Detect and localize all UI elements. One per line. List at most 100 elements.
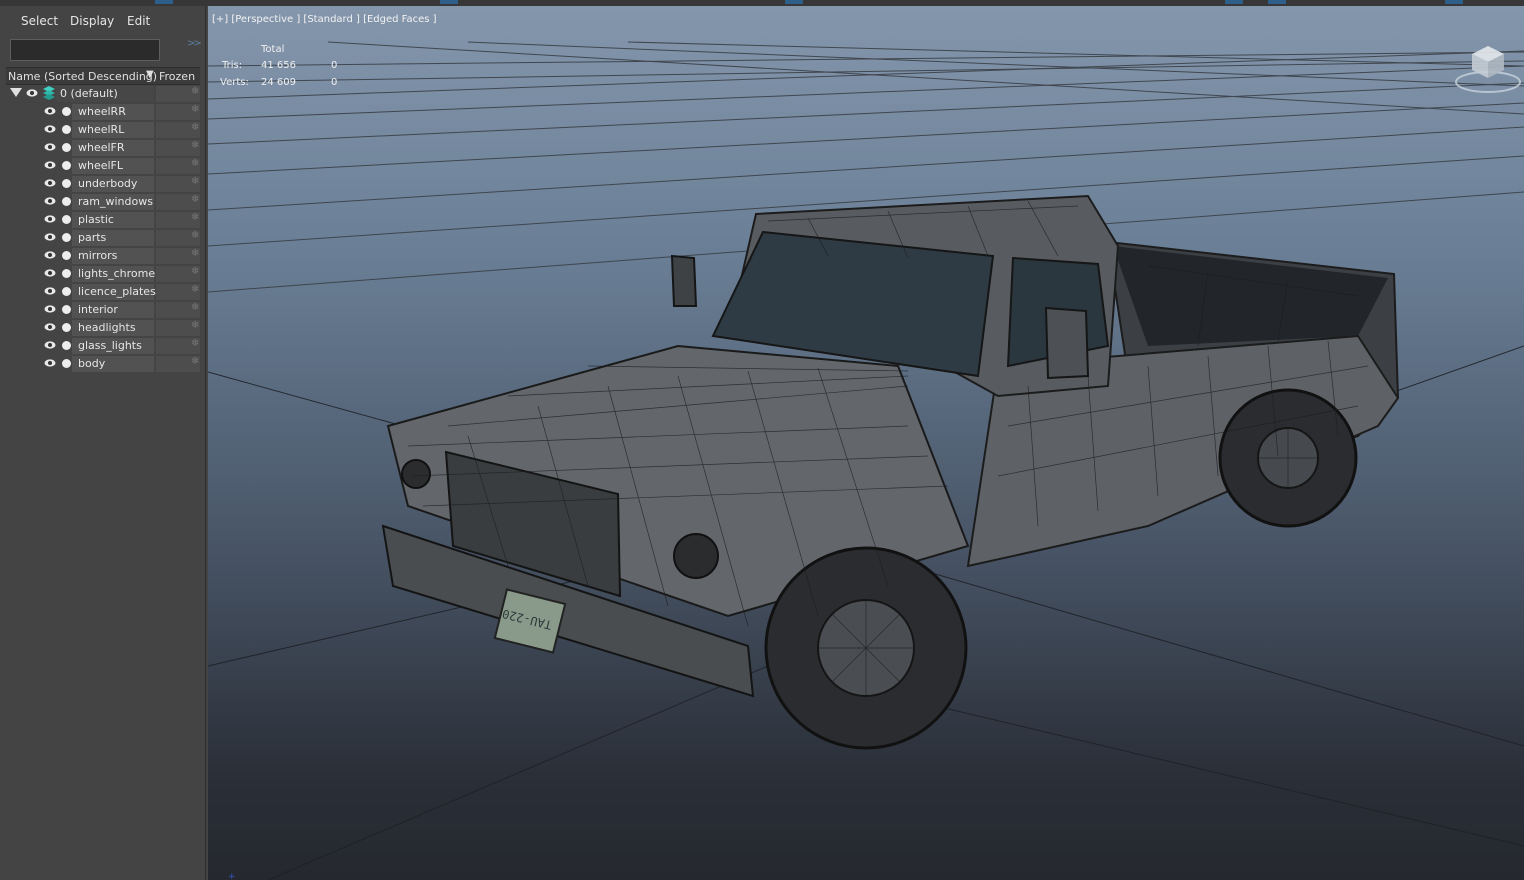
explorer-menubar: Select Display Edit <box>0 14 206 32</box>
render-toggle-icon[interactable] <box>62 341 71 350</box>
render-toggle-icon[interactable] <box>62 215 71 224</box>
stats-verts-label: Verts: <box>220 77 249 88</box>
render-toggle-icon[interactable] <box>62 179 71 188</box>
snowflake-icon[interactable]: ❄ <box>191 194 199 205</box>
layer-label: plastic <box>78 213 114 226</box>
layer-row[interactable]: lights_chrome ❄ <box>6 265 200 283</box>
snowflake-icon[interactable]: ❄ <box>191 302 199 313</box>
layer-label: wheelFL <box>78 159 124 172</box>
expand-triangle-icon[interactable] <box>10 88 22 97</box>
render-toggle-icon[interactable] <box>62 161 71 170</box>
layer-label: glass_lights <box>78 339 142 352</box>
layer-label: wheelRR <box>78 105 126 118</box>
render-toggle-icon[interactable] <box>62 269 71 278</box>
snowflake-icon[interactable]: ❄ <box>191 338 199 349</box>
snowflake-icon[interactable]: ❄ <box>191 230 199 241</box>
snowflake-icon[interactable]: ❄ <box>191 356 199 367</box>
eye-icon[interactable] <box>44 195 56 207</box>
viewcube-icon[interactable] <box>1452 42 1524 98</box>
axis-indicator-icon: + <box>228 872 236 880</box>
layer-row[interactable]: headlights ❄ <box>6 319 200 337</box>
eye-icon[interactable] <box>26 87 38 99</box>
layer-label: lights_chrome <box>78 267 156 280</box>
eye-icon[interactable] <box>44 231 56 243</box>
layer-row[interactable]: parts ❄ <box>6 229 200 247</box>
sort-descending-icon[interactable]: ▼ <box>146 69 154 80</box>
render-toggle-icon[interactable] <box>62 233 71 242</box>
eye-icon[interactable] <box>44 159 56 171</box>
layer-row[interactable]: ram_windows ❄ <box>6 193 200 211</box>
search-input[interactable] <box>10 39 160 61</box>
render-toggle-icon[interactable] <box>62 197 71 206</box>
column-header-row: Name (Sorted Descending) ▼ Frozen <box>6 67 200 85</box>
scene-canvas[interactable]: TAU-220 <box>208 6 1524 880</box>
eye-icon[interactable] <box>44 177 56 189</box>
layer-row[interactable]: wheelFL ❄ <box>6 157 200 175</box>
eye-icon[interactable] <box>44 249 56 261</box>
snowflake-icon[interactable]: ❄ <box>191 122 199 133</box>
viewport-title[interactable]: [+] [Perspective ] [Standard ] [Edged Fa… <box>212 14 437 25</box>
eye-icon[interactable] <box>44 267 56 279</box>
eye-icon[interactable] <box>44 303 56 315</box>
layer-stack-icon <box>43 86 55 100</box>
layer-label: ram_windows <box>78 195 153 208</box>
toolbar-marker <box>155 0 173 4</box>
column-header-frozen[interactable]: Frozen <box>159 70 195 83</box>
layer-label: wheelRL <box>78 123 125 136</box>
stats-total-header: Total <box>261 44 285 55</box>
snowflake-icon[interactable]: ❄ <box>191 248 199 259</box>
eye-icon[interactable] <box>44 213 56 225</box>
stats-verts-total: 24 609 <box>261 77 296 88</box>
render-toggle-icon[interactable] <box>62 287 71 296</box>
layer-row[interactable]: wheelRL ❄ <box>6 121 200 139</box>
snowflake-icon[interactable]: ❄ <box>191 284 199 295</box>
headlight-left <box>401 459 431 489</box>
layer-row[interactable]: body ❄ <box>6 355 200 373</box>
toolbar-marker <box>1445 0 1463 4</box>
eye-icon[interactable] <box>44 105 56 117</box>
render-toggle-icon[interactable] <box>62 251 71 260</box>
snowflake-icon[interactable]: ❄ <box>191 266 199 277</box>
snowflake-icon[interactable]: ❄ <box>191 104 199 115</box>
eye-icon[interactable] <box>44 285 56 297</box>
snowflake-icon[interactable]: ❄ <box>191 176 199 187</box>
toolbar-marker <box>1225 0 1243 4</box>
menu-edit[interactable]: Edit <box>127 14 150 28</box>
column-header-name[interactable]: Name (Sorted Descending) <box>8 70 157 83</box>
render-toggle-icon[interactable] <box>62 143 71 152</box>
layer-label: wheelFR <box>78 141 125 154</box>
layer-label: body <box>78 357 106 370</box>
chevron-double-right-icon[interactable]: >> <box>187 38 202 49</box>
snowflake-icon[interactable]: ❄ <box>191 140 199 151</box>
stats-tris-total: 41 656 <box>261 60 296 71</box>
stats-verts-selected: 0 <box>331 77 338 88</box>
eye-icon[interactable] <box>44 339 56 351</box>
snowflake-icon[interactable]: ❄ <box>191 212 199 223</box>
render-toggle-icon[interactable] <box>62 305 71 314</box>
snowflake-icon[interactable]: ❄ <box>191 320 199 331</box>
layer-row[interactable]: glass_lights ❄ <box>6 337 200 355</box>
layer-row[interactable]: mirrors ❄ <box>6 247 200 265</box>
menu-select[interactable]: Select <box>21 14 58 28</box>
layer-row[interactable]: wheelFR ❄ <box>6 139 200 157</box>
eye-icon[interactable] <box>44 321 56 333</box>
layer-row[interactable]: wheelRR ❄ <box>6 103 200 121</box>
snowflake-icon[interactable]: ❄ <box>191 158 199 169</box>
layer-row[interactable]: plastic ❄ <box>6 211 200 229</box>
eye-icon[interactable] <box>44 123 56 135</box>
side-mirror <box>1044 306 1090 380</box>
layer-row[interactable]: licence_plates ❄ <box>6 283 200 301</box>
menu-display[interactable]: Display <box>70 14 114 28</box>
layer-list: 0 (default) ❄ wheelRR ❄ wheelRL ❄ wheelFR ❄ wh… <box>6 85 200 373</box>
layer-row[interactable]: underbody ❄ <box>6 175 200 193</box>
eye-icon[interactable] <box>44 141 56 153</box>
eye-icon[interactable] <box>44 357 56 369</box>
render-toggle-icon[interactable] <box>62 323 71 332</box>
perspective-viewport[interactable]: TAU-220 [+] [Perspective ] [Standard ] [… <box>208 6 1524 880</box>
snowflake-icon[interactable]: ❄ <box>191 86 199 97</box>
render-toggle-icon[interactable] <box>62 125 71 134</box>
render-toggle-icon[interactable] <box>62 359 71 368</box>
render-toggle-icon[interactable] <box>62 107 71 116</box>
layer-row-default[interactable]: 0 (default) ❄ <box>6 85 200 103</box>
layer-row[interactable]: interior ❄ <box>6 301 200 319</box>
